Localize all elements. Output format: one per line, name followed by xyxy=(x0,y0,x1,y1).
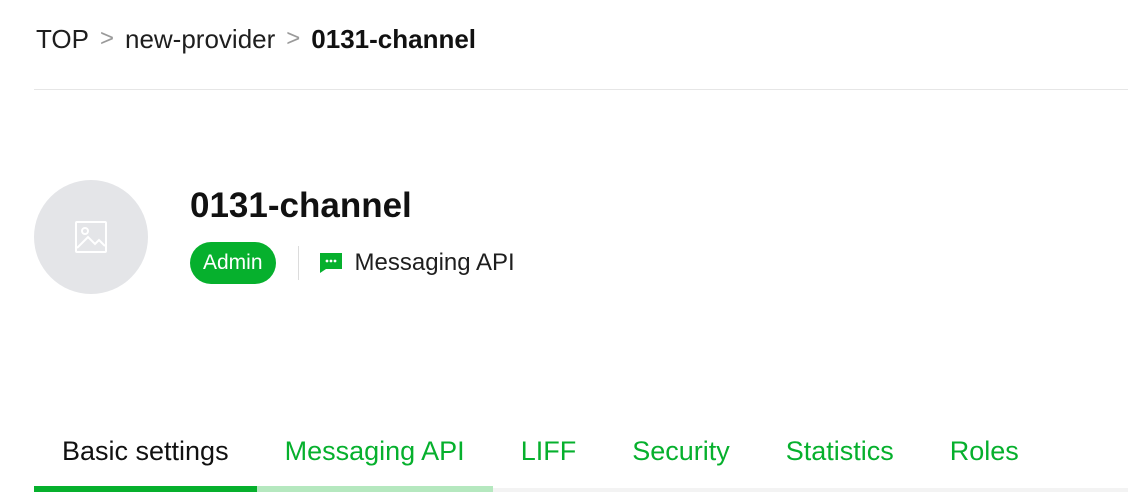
tab-roles[interactable]: Roles xyxy=(922,430,1047,486)
header-divider xyxy=(34,89,1128,90)
tab-label: Messaging API xyxy=(284,436,465,466)
breadcrumb-chevron-right-icon: > xyxy=(99,25,114,52)
image-placeholder-icon xyxy=(75,221,107,253)
channel-title: 0131-channel xyxy=(190,186,412,225)
breadcrumb-provider[interactable]: new-provider xyxy=(125,24,275,55)
breadcrumb-chevron-right-icon: > xyxy=(286,25,301,52)
tab-underline xyxy=(922,486,1047,492)
channel-avatar xyxy=(34,180,148,294)
tab-underline xyxy=(493,486,605,492)
tab-label: Statistics xyxy=(785,436,894,466)
breadcrumb-current-channel: 0131-channel xyxy=(311,23,477,54)
tab-underline xyxy=(758,486,922,492)
tab-security[interactable]: Security xyxy=(604,430,758,486)
tab-underline xyxy=(604,486,758,492)
tab-label: Roles xyxy=(949,436,1019,466)
channel-type-label: Messaging API xyxy=(354,249,515,276)
tab-messaging-api[interactable]: Messaging API xyxy=(256,430,493,492)
breadcrumb-top[interactable]: TOP xyxy=(36,24,89,55)
tab-basic-settings[interactable]: Basic settings xyxy=(34,430,257,492)
tab-label: LIFF xyxy=(520,436,577,466)
meta-divider xyxy=(297,246,299,280)
tab-hover-indicator xyxy=(256,486,493,492)
chat-bubble-icon xyxy=(319,250,345,276)
tab-statistics[interactable]: Statistics xyxy=(758,430,922,486)
channel-tabs: Basic settings Messaging API LIFF Securi… xyxy=(34,430,1047,492)
channel-meta: Admin Messaging API xyxy=(190,242,515,284)
breadcrumb: TOP > new-provider > 0131-channel xyxy=(36,22,476,56)
tab-label: Basic settings xyxy=(62,436,229,466)
tab-liff[interactable]: LIFF xyxy=(493,430,605,486)
tab-label: Security xyxy=(632,436,730,466)
role-badge: Admin xyxy=(190,242,276,284)
channel-page: TOP > new-provider > 0131-channel 0131-c… xyxy=(0,0,1128,504)
tab-active-indicator xyxy=(34,486,257,492)
